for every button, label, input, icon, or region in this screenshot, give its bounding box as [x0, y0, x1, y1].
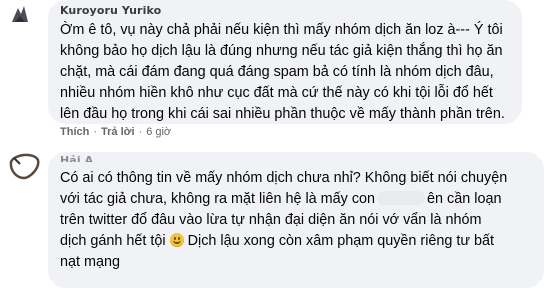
- comment-author[interactable]: Kuroyoru Yuriko: [60, 4, 510, 16]
- avatar-image-icon: [6, 0, 34, 28]
- comment-line: chặt, mà cái đám đang quá đáng spam bả c…: [60, 64, 494, 80]
- comment-line: Có ai có thông tin về mấy nhóm dịch chưa…: [60, 170, 508, 186]
- comment-line: nạt mạng: [60, 254, 121, 270]
- redacted-text: [377, 191, 426, 205]
- comment-bubble: Hải A Có ai có thông tin về mấy nhóm dịc…: [48, 152, 544, 288]
- avatar-image-icon: [6, 148, 42, 184]
- avatar[interactable]: [6, 0, 34, 28]
- reply-button[interactable]: Trả lời: [101, 126, 135, 138]
- comment-text-segment: với tác giả chưa, không ra mặt liên hệ l…: [60, 191, 376, 207]
- comment-line: trên twitter đổ đâu vào lừa tự nhận đại …: [60, 212, 482, 228]
- avatar[interactable]: [6, 148, 42, 184]
- like-button[interactable]: Thích: [60, 126, 89, 138]
- comment-line: lên đầu họ trong khi cái sai nhiều phần …: [60, 106, 505, 122]
- comment-bubble: Kuroyoru Yuriko Ờm ê tô, vụ này chả phải…: [48, 0, 522, 124]
- comment-timestamp[interactable]: 6 giờ: [146, 126, 171, 138]
- separator-dot: ·: [93, 126, 98, 138]
- comment-text-segment: dịch gánh hết tội: [60, 233, 166, 249]
- comment-author[interactable]: Hải A: [60, 154, 532, 162]
- comment-text-segment: ên cần loạn: [427, 191, 502, 207]
- comment-text: Có ai có thông tin về mấy nhóm dịch chưa…: [60, 168, 532, 273]
- comment-line: dịch gánh hết tội Dịch lậu xong còn xâm …: [60, 231, 532, 252]
- separator-dot: ·: [138, 126, 143, 138]
- grinning-face-emoji-icon: [169, 233, 184, 247]
- comment-text: Ờm ê tô, vụ này chả phải nếu kiện thì mấ…: [60, 20, 510, 125]
- comment-actions: Thích · Trả lời · 6 giờ: [60, 126, 171, 138]
- comment-line: không bảo họ dịch lậu là đúng nhưng nếu …: [60, 43, 503, 59]
- comment-line: với tác giả chưa, không ra mặt liên hệ l…: [60, 189, 532, 210]
- comment-text-segment: Dịch lậu xong còn xâm phạm quyền riêng t…: [183, 233, 495, 249]
- comment-line: nhiều nhóm hiền khô như cục đất mà cứ th…: [60, 85, 493, 101]
- comment-line: Ờm ê tô, vụ này chả phải nếu kiện thì mấ…: [60, 22, 503, 38]
